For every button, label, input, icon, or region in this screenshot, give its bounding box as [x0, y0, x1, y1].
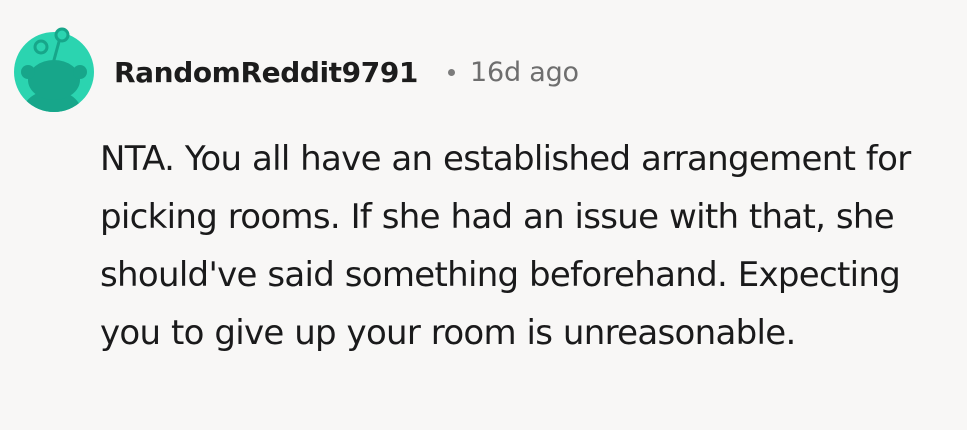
comment-body: NTA. You all have an established arrange…	[100, 139, 911, 353]
comment: RandomReddit9791 16d ago NTA. You all ha…	[0, 0, 967, 430]
reddit-snoo-avatar-icon	[14, 27, 94, 112]
comment-timestamp[interactable]: 16d ago	[470, 57, 579, 88]
author-username[interactable]: RandomReddit9791	[114, 56, 418, 89]
user-avatar[interactable]	[14, 18, 94, 114]
comment-header: RandomReddit9791 16d ago	[114, 50, 579, 94]
separator-dot-icon	[448, 68, 455, 76]
